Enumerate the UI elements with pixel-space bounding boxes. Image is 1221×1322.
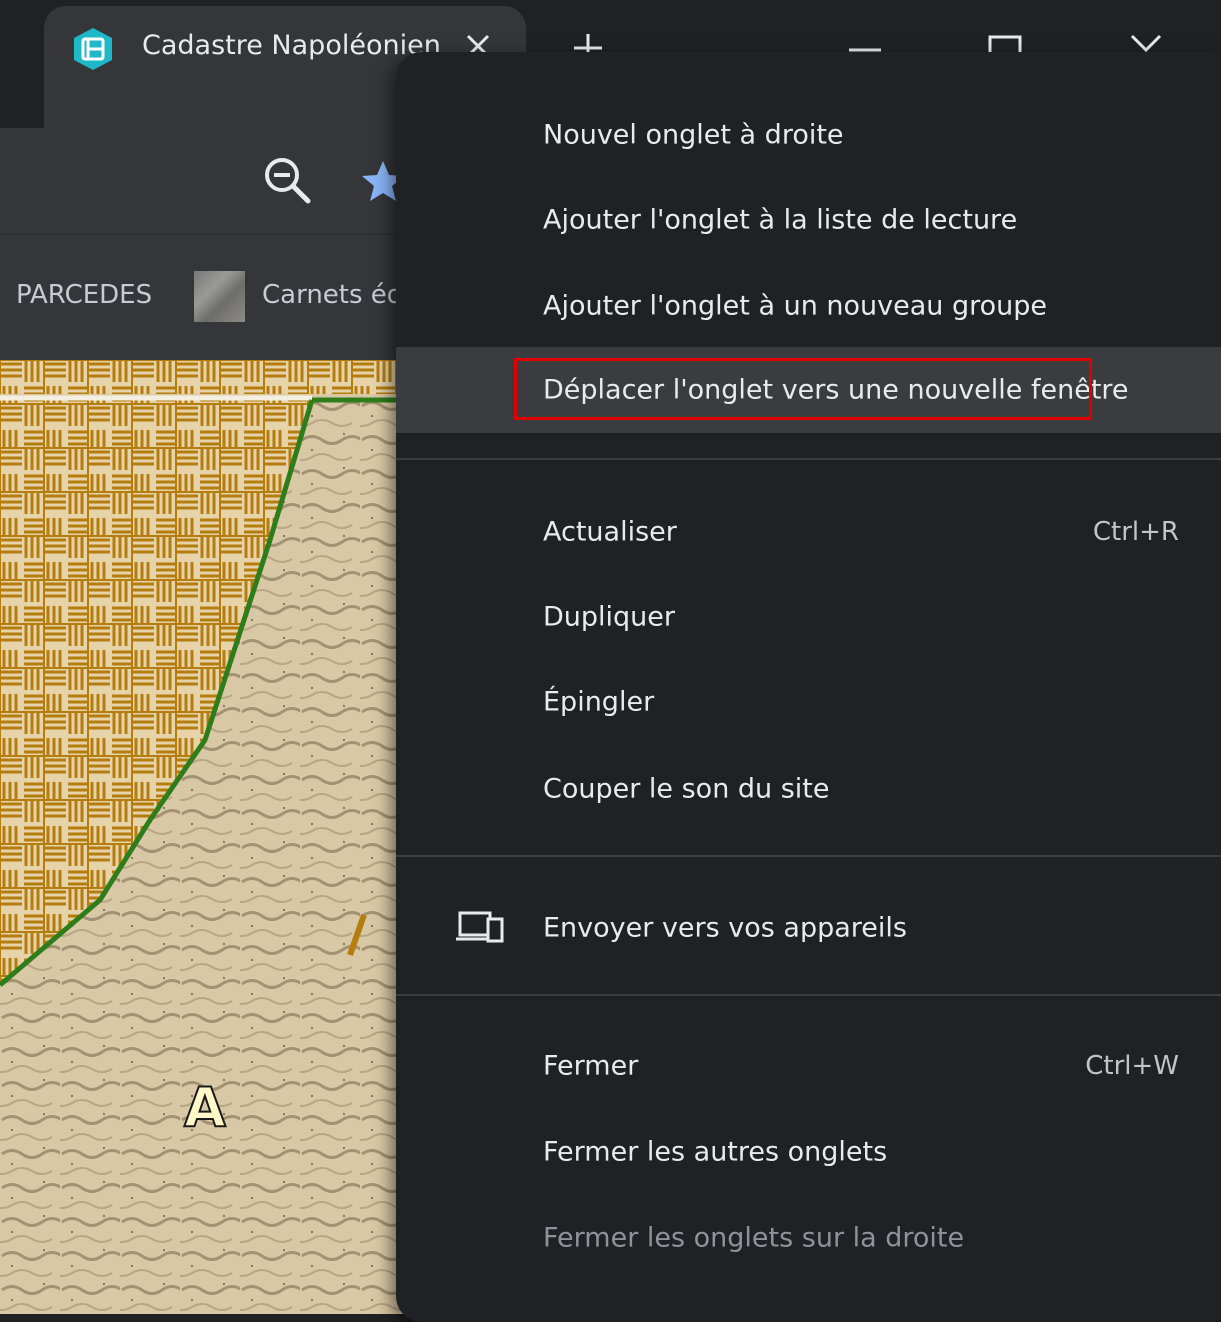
menu-item-add-to-new-group[interactable]: Ajouter l'onglet à un nouveau groupe: [396, 263, 1221, 349]
menu-item-label: Couper le son du site: [543, 773, 830, 805]
tab-context-menu: Nouvel onglet à droite Ajouter l'onglet …: [396, 52, 1221, 1322]
menu-item-send-to-devices[interactable]: Envoyer vers vos appareils: [396, 885, 1221, 971]
menu-item-add-to-reading-list[interactable]: Ajouter l'onglet à la liste de lecture: [396, 177, 1221, 263]
previous-tab[interactable]: [0, 0, 42, 108]
menu-item-label: Actualiser: [543, 516, 677, 548]
menu-item-close[interactable]: Fermer Ctrl+W: [396, 1023, 1221, 1109]
menu-item-label: Dupliquer: [543, 601, 676, 633]
menu-item-close-tabs-right: Fermer les onglets sur la droite: [396, 1195, 1221, 1281]
menu-item-label: Fermer: [543, 1050, 639, 1082]
menu-item-close-other-tabs[interactable]: Fermer les autres onglets: [396, 1109, 1221, 1195]
zoom-out-icon[interactable]: [262, 155, 314, 207]
menu-item-label: Fermer les autres onglets: [543, 1136, 888, 1168]
bookmark-parcedes[interactable]: PARCEDES: [16, 280, 152, 310]
menu-item-duplicate[interactable]: Dupliquer: [396, 574, 1221, 660]
menu-item-reload[interactable]: Actualiser Ctrl+R: [396, 489, 1221, 575]
menu-item-pin[interactable]: Épingler: [396, 659, 1221, 745]
menu-item-label: Envoyer vers vos appareils: [543, 912, 907, 944]
bookmark-thumbnail: [194, 271, 245, 322]
tab-title: Cadastre Napoléonien: [142, 30, 441, 61]
map-canvas: [0, 360, 420, 1314]
devices-icon: [456, 911, 504, 943]
menu-item-mute-site[interactable]: Couper le son du site: [396, 746, 1221, 832]
menu-item-label: Fermer les onglets sur la droite: [543, 1222, 965, 1254]
map-label: A: [183, 1075, 227, 1140]
menu-item-shortcut: Ctrl+W: [1085, 1051, 1179, 1081]
cadastre-app-icon: [74, 28, 112, 70]
cadastral-map[interactable]: A: [0, 360, 420, 1314]
menu-item-label: Nouvel onglet à droite: [543, 119, 844, 151]
menu-item-label: Ajouter l'onglet à la liste de lecture: [543, 204, 1018, 236]
menu-item-new-tab-right[interactable]: Nouvel onglet à droite: [396, 92, 1221, 178]
menu-separator: [396, 994, 1221, 996]
highlight-box: [514, 358, 1092, 420]
menu-separator: [396, 855, 1221, 857]
bookmark-carnets[interactable]: Carnets édi: [262, 280, 411, 310]
menu-separator: [396, 458, 1221, 460]
menu-item-label: Épingler: [543, 686, 655, 718]
menu-item-shortcut: Ctrl+R: [1092, 517, 1179, 547]
menu-item-label: Ajouter l'onglet à un nouveau groupe: [543, 290, 1047, 322]
